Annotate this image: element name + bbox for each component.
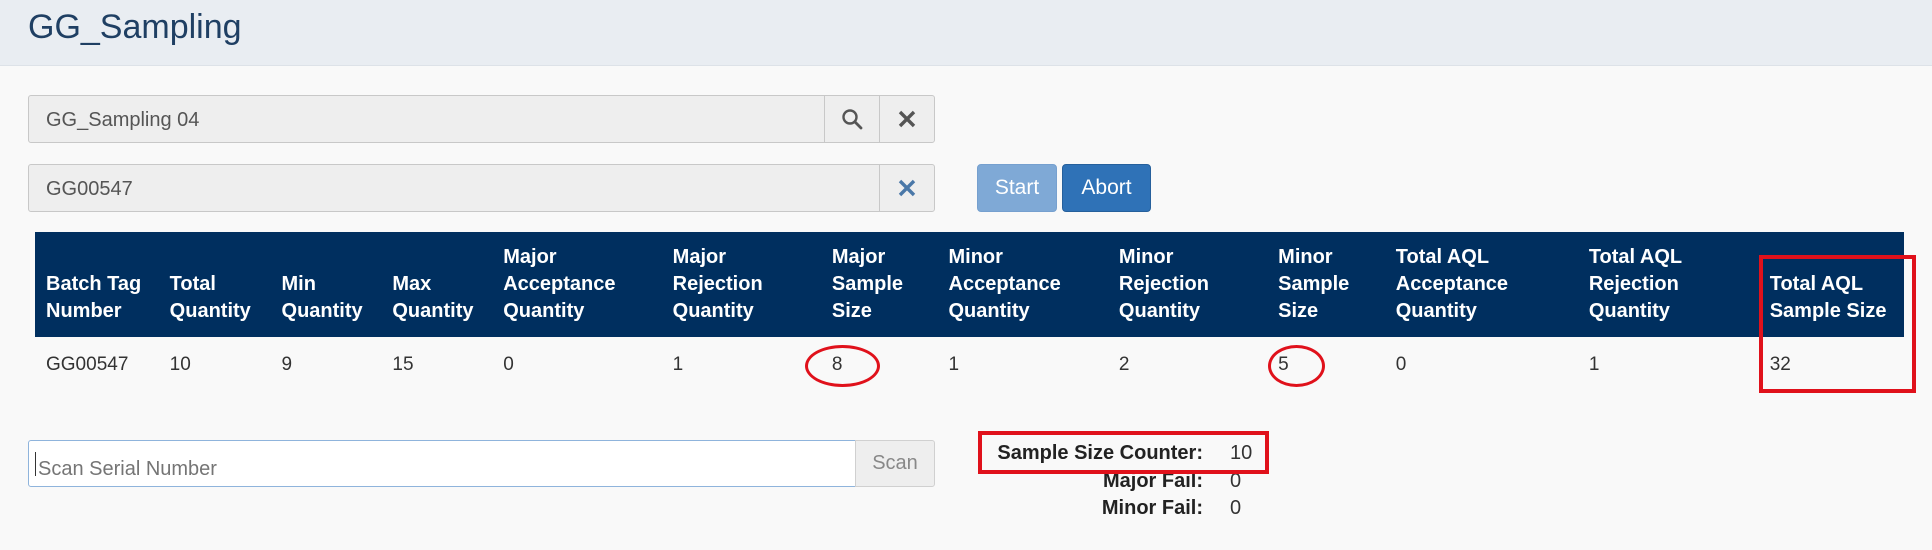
table-cell: 9 [281,354,293,375]
table-cell: 1 [1588,354,1600,375]
column-header-line: Sample [831,273,904,295]
column-header-line: Size [831,300,872,322]
column-header: Max Quantity [381,232,493,337]
column-header: Total Quantity [158,232,271,337]
column-header-line: Major [503,246,557,268]
table-cell: 2 [1118,354,1130,375]
column-header: Minor Acceptance Quantity [937,232,1108,337]
table-header-row: Batch Tag Number Total Quantity Min Quantity M… [35,232,1904,337]
annotation-circle-major-sample-size [805,345,880,387]
column-header-line: Minor [1118,246,1174,268]
column-header-line: Quantity [169,300,251,322]
column-header-line: Rejection [1588,273,1679,295]
column-header-line: Minor [1278,246,1333,268]
column-header: Major Sample Size [820,232,938,337]
column-header: Minor Sample Size [1267,232,1385,337]
column-header-line: Quantity [1588,300,1670,322]
table-cell: 1 [672,354,684,375]
column-header-line: Acceptance [503,273,616,295]
page-header: GG_Sampling [0,0,1932,66]
column-header-line: Acceptance [948,273,1061,295]
close-icon [898,179,916,197]
search-button[interactable] [824,95,880,143]
sampling-plan-value: GG_Sampling 04 [46,109,200,131]
column-header: Minor Rejection Quantity [1107,232,1268,337]
table-cell: GG00547 [46,354,129,375]
column-header-line: Quantity [392,300,474,322]
column-header-line: Size [1278,300,1319,322]
column-header-line: Quantity [281,300,363,322]
column-header-line: Rejection [672,273,763,295]
column-header-line: Total [169,273,216,295]
minor-fail-value: 0 [1230,497,1242,519]
column-header-line: Number [46,300,122,322]
text-caret [35,452,36,476]
clear-sampling-plan-button[interactable] [879,95,935,143]
column-header-line: Rejection [1118,273,1209,295]
column-header-line: Quantity [948,300,1030,322]
column-header-line: Max [392,273,432,295]
batch-number-field[interactable]: GG00547 [28,164,880,212]
column-header-line: Total AQL [1395,246,1490,268]
column-header-line: Quantity [1118,300,1201,322]
scan-button[interactable]: Scan [855,440,935,487]
column-header: Total AQL Acceptance Quantity [1384,232,1578,337]
sampling-plan-field[interactable]: GG_Sampling 04 [28,95,825,143]
search-icon [842,109,863,130]
batch-table: Batch Tag Number Total Quantity Min Quantity M… [35,232,1904,393]
column-header-line: Total AQL [1588,246,1683,268]
column-header-line: Major [831,246,886,268]
column-header: Major Acceptance Quantity [492,232,662,337]
annotation-box-total-aql-sample-size [1759,255,1916,393]
column-header-line: Quantity [503,300,585,322]
table-cell: 0 [1395,354,1407,375]
start-button[interactable]: Start [977,164,1057,212]
table-cell: 1 [948,354,960,375]
table-cell: 10 [169,354,191,375]
column-header-line: Acceptance [1395,273,1509,295]
abort-button[interactable]: Abort [1062,164,1151,212]
column-header-line: Major [672,246,726,268]
table-cell: 0 [503,354,514,375]
column-header: Major Rejection Quantity [661,232,821,337]
batch-number-value: GG00547 [46,178,133,200]
scan-serial-input[interactable] [28,440,856,487]
column-header-line: Sample [1278,273,1350,295]
column-header-line: Batch Tag [46,273,142,295]
column-header-line: Quantity [672,300,754,322]
annotation-circle-minor-sample-size [1268,345,1325,387]
column-header: Batch Tag Number [35,232,159,337]
column-header-line: Minor [948,246,1003,268]
table-cell: 15 [392,354,414,375]
close-icon [898,110,916,128]
column-header-line: Quantity [1395,300,1477,322]
minor-fail-label: Minor Fail: [1101,497,1203,519]
clear-batch-button[interactable] [879,164,935,212]
column-header-line: Min [281,273,316,295]
annotation-box-sample-size-counter [978,431,1269,474]
table-row: GG00547 10 9 15 0 1 8 1 2 5 0 1 32 [35,337,1904,393]
column-header: Min Quantity [270,232,382,337]
column-header: Total AQL Rejection Quantity [1577,232,1759,337]
page-title: GG_Sampling [28,8,242,46]
